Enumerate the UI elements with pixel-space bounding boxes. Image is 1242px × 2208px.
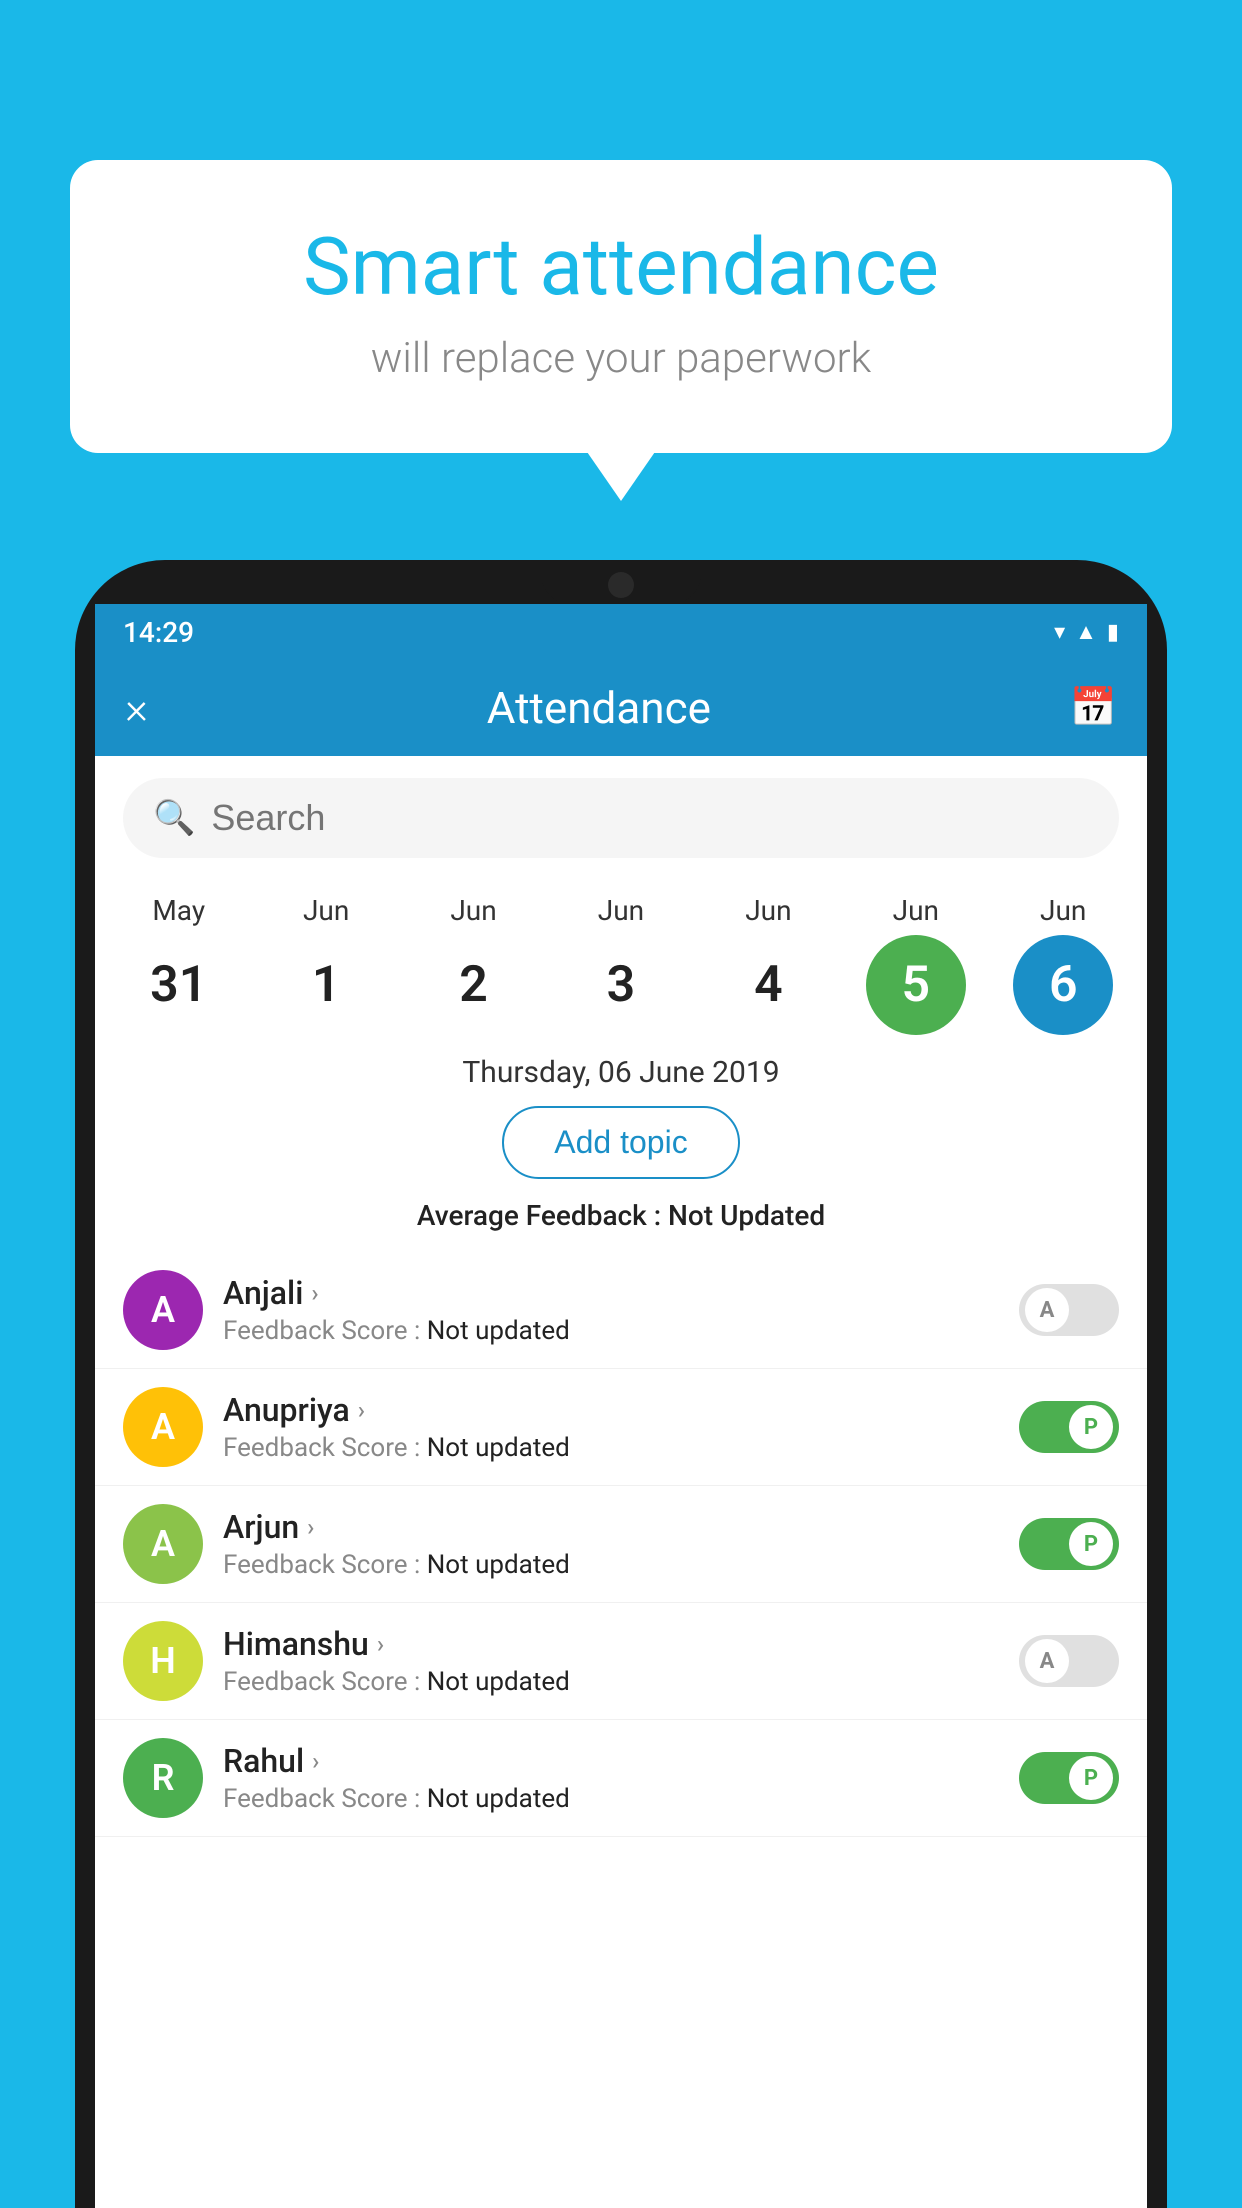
student-avatar: R — [123, 1738, 203, 1818]
student-row[interactable]: A Anupriya › Feedback Score : Not updated P — [95, 1369, 1147, 1486]
student-info: Rahul › Feedback Score : Not updated — [223, 1742, 1019, 1814]
student-feedback: Feedback Score : Not updated — [223, 1667, 1019, 1697]
date-col[interactable]: Jun 2 — [414, 894, 534, 1035]
phone-screen: 14:29 ▾ ▲ ▮ × Attendance 📅 🔍 May31Jun1Ju… — [95, 604, 1147, 2208]
date-number[interactable]: 1 — [276, 935, 376, 1035]
student-name: Arjun › — [223, 1508, 1019, 1546]
chevron-icon: › — [311, 1279, 318, 1307]
wifi-icon: ▾ — [1054, 620, 1065, 645]
date-month: Jun — [745, 894, 791, 927]
search-input[interactable] — [211, 797, 1089, 839]
date-col[interactable]: Jun 1 — [266, 894, 386, 1035]
date-month: Jun — [1040, 894, 1086, 927]
date-row: May 31 Jun 1 Jun 2 Jun 3 Jun 4 Jun 5 Jun 6 — [95, 880, 1147, 1035]
bubble-subtitle: will replace your paperwork — [150, 334, 1092, 383]
date-number[interactable]: 6 — [1013, 935, 1113, 1035]
student-row[interactable]: R Rahul › Feedback Score : Not updated P — [95, 1720, 1147, 1837]
student-avatar: A — [123, 1504, 203, 1584]
date-col[interactable]: Jun 5 — [856, 894, 976, 1035]
app-header: × Attendance 📅 — [95, 660, 1147, 756]
toggle-knob: P — [1069, 1405, 1113, 1449]
date-col[interactable]: May 31 — [119, 894, 239, 1035]
toggle-knob: P — [1069, 1522, 1113, 1566]
speech-bubble: Smart attendance will replace your paper… — [70, 160, 1172, 453]
toggle-wrap[interactable]: P — [1019, 1518, 1119, 1570]
avg-feedback-value: Not Updated — [668, 1199, 825, 1232]
student-name: Himanshu › — [223, 1625, 1019, 1663]
add-topic-button[interactable]: Add topic — [502, 1106, 739, 1179]
date-number[interactable]: 5 — [866, 935, 966, 1035]
student-avatar: A — [123, 1387, 203, 1467]
chevron-icon: › — [377, 1630, 384, 1658]
toggle-wrap[interactable]: A — [1019, 1635, 1119, 1687]
date-col[interactable]: Jun 3 — [561, 894, 681, 1035]
calendar-icon[interactable]: 📅 — [1070, 686, 1117, 730]
attendance-toggle[interactable]: A — [1019, 1284, 1119, 1336]
chevron-icon: › — [307, 1513, 314, 1541]
student-feedback: Feedback Score : Not updated — [223, 1784, 1019, 1814]
battery-icon: ▮ — [1107, 620, 1119, 645]
date-number[interactable]: 3 — [571, 935, 671, 1035]
search-icon: 🔍 — [153, 798, 195, 838]
avg-feedback-label: Average Feedback : — [417, 1199, 661, 1232]
status-time: 14:29 — [123, 616, 194, 649]
attendance-toggle[interactable]: P — [1019, 1752, 1119, 1804]
attendance-toggle[interactable]: A — [1019, 1635, 1119, 1687]
student-list: AAnjali ›Feedback Score : Not updatedAAA… — [95, 1252, 1147, 1837]
toggle-wrap[interactable]: P — [1019, 1752, 1119, 1804]
signal-icon: ▲ — [1075, 619, 1097, 645]
attendance-toggle[interactable]: P — [1019, 1401, 1119, 1453]
student-row[interactable]: H Himanshu › Feedback Score : Not updatedA — [95, 1603, 1147, 1720]
student-row[interactable]: A Arjun › Feedback Score : Not updated P — [95, 1486, 1147, 1603]
chevron-icon: › — [358, 1396, 365, 1424]
app-title: Attendance — [178, 682, 1020, 734]
student-info: Anjali › Feedback Score : Not updated — [223, 1274, 1019, 1346]
student-name: Anupriya › — [223, 1391, 1019, 1429]
search-bar[interactable]: 🔍 — [123, 778, 1119, 858]
toggle-wrap[interactable]: A — [1019, 1284, 1119, 1336]
student-avatar: A — [123, 1270, 203, 1350]
avg-feedback: Average Feedback : Not Updated — [95, 1199, 1147, 1232]
toggle-knob: P — [1069, 1756, 1113, 1800]
date-month: Jun — [450, 894, 496, 927]
bubble-title: Smart attendance — [150, 220, 1092, 314]
phone-notch — [541, 560, 701, 604]
status-bar: 14:29 ▾ ▲ ▮ — [95, 604, 1147, 660]
student-feedback: Feedback Score : Not updated — [223, 1316, 1019, 1346]
date-number[interactable]: 4 — [718, 935, 818, 1035]
student-avatar: H — [123, 1621, 203, 1701]
phone-camera — [608, 572, 634, 598]
student-feedback: Feedback Score : Not updated — [223, 1550, 1019, 1580]
selected-date-label: Thursday, 06 June 2019 — [95, 1035, 1147, 1106]
student-info: Himanshu › Feedback Score : Not updated — [223, 1625, 1019, 1697]
student-name: Rahul › — [223, 1742, 1019, 1780]
toggle-knob: A — [1025, 1288, 1069, 1332]
status-icons: ▾ ▲ ▮ — [1054, 619, 1119, 645]
student-row[interactable]: AAnjali ›Feedback Score : Not updatedA — [95, 1252, 1147, 1369]
toggle-knob: A — [1025, 1639, 1069, 1683]
phone-frame: 14:29 ▾ ▲ ▮ × Attendance 📅 🔍 May31Jun1Ju… — [75, 560, 1167, 2208]
student-info: Arjun › Feedback Score : Not updated — [223, 1508, 1019, 1580]
date-col[interactable]: Jun 6 — [1003, 894, 1123, 1035]
date-number[interactable]: 31 — [129, 935, 229, 1035]
chevron-icon: › — [312, 1747, 319, 1775]
close-button[interactable]: × — [125, 682, 148, 734]
student-feedback: Feedback Score : Not updated — [223, 1433, 1019, 1463]
attendance-toggle[interactable]: P — [1019, 1518, 1119, 1570]
date-col[interactable]: Jun 4 — [708, 894, 828, 1035]
date-month: Jun — [598, 894, 644, 927]
date-number[interactable]: 2 — [424, 935, 524, 1035]
date-month: Jun — [303, 894, 349, 927]
date-month: May — [152, 894, 205, 927]
student-info: Anupriya › Feedback Score : Not updated — [223, 1391, 1019, 1463]
toggle-wrap[interactable]: P — [1019, 1401, 1119, 1453]
student-name: Anjali › — [223, 1274, 1019, 1312]
date-month: Jun — [893, 894, 939, 927]
